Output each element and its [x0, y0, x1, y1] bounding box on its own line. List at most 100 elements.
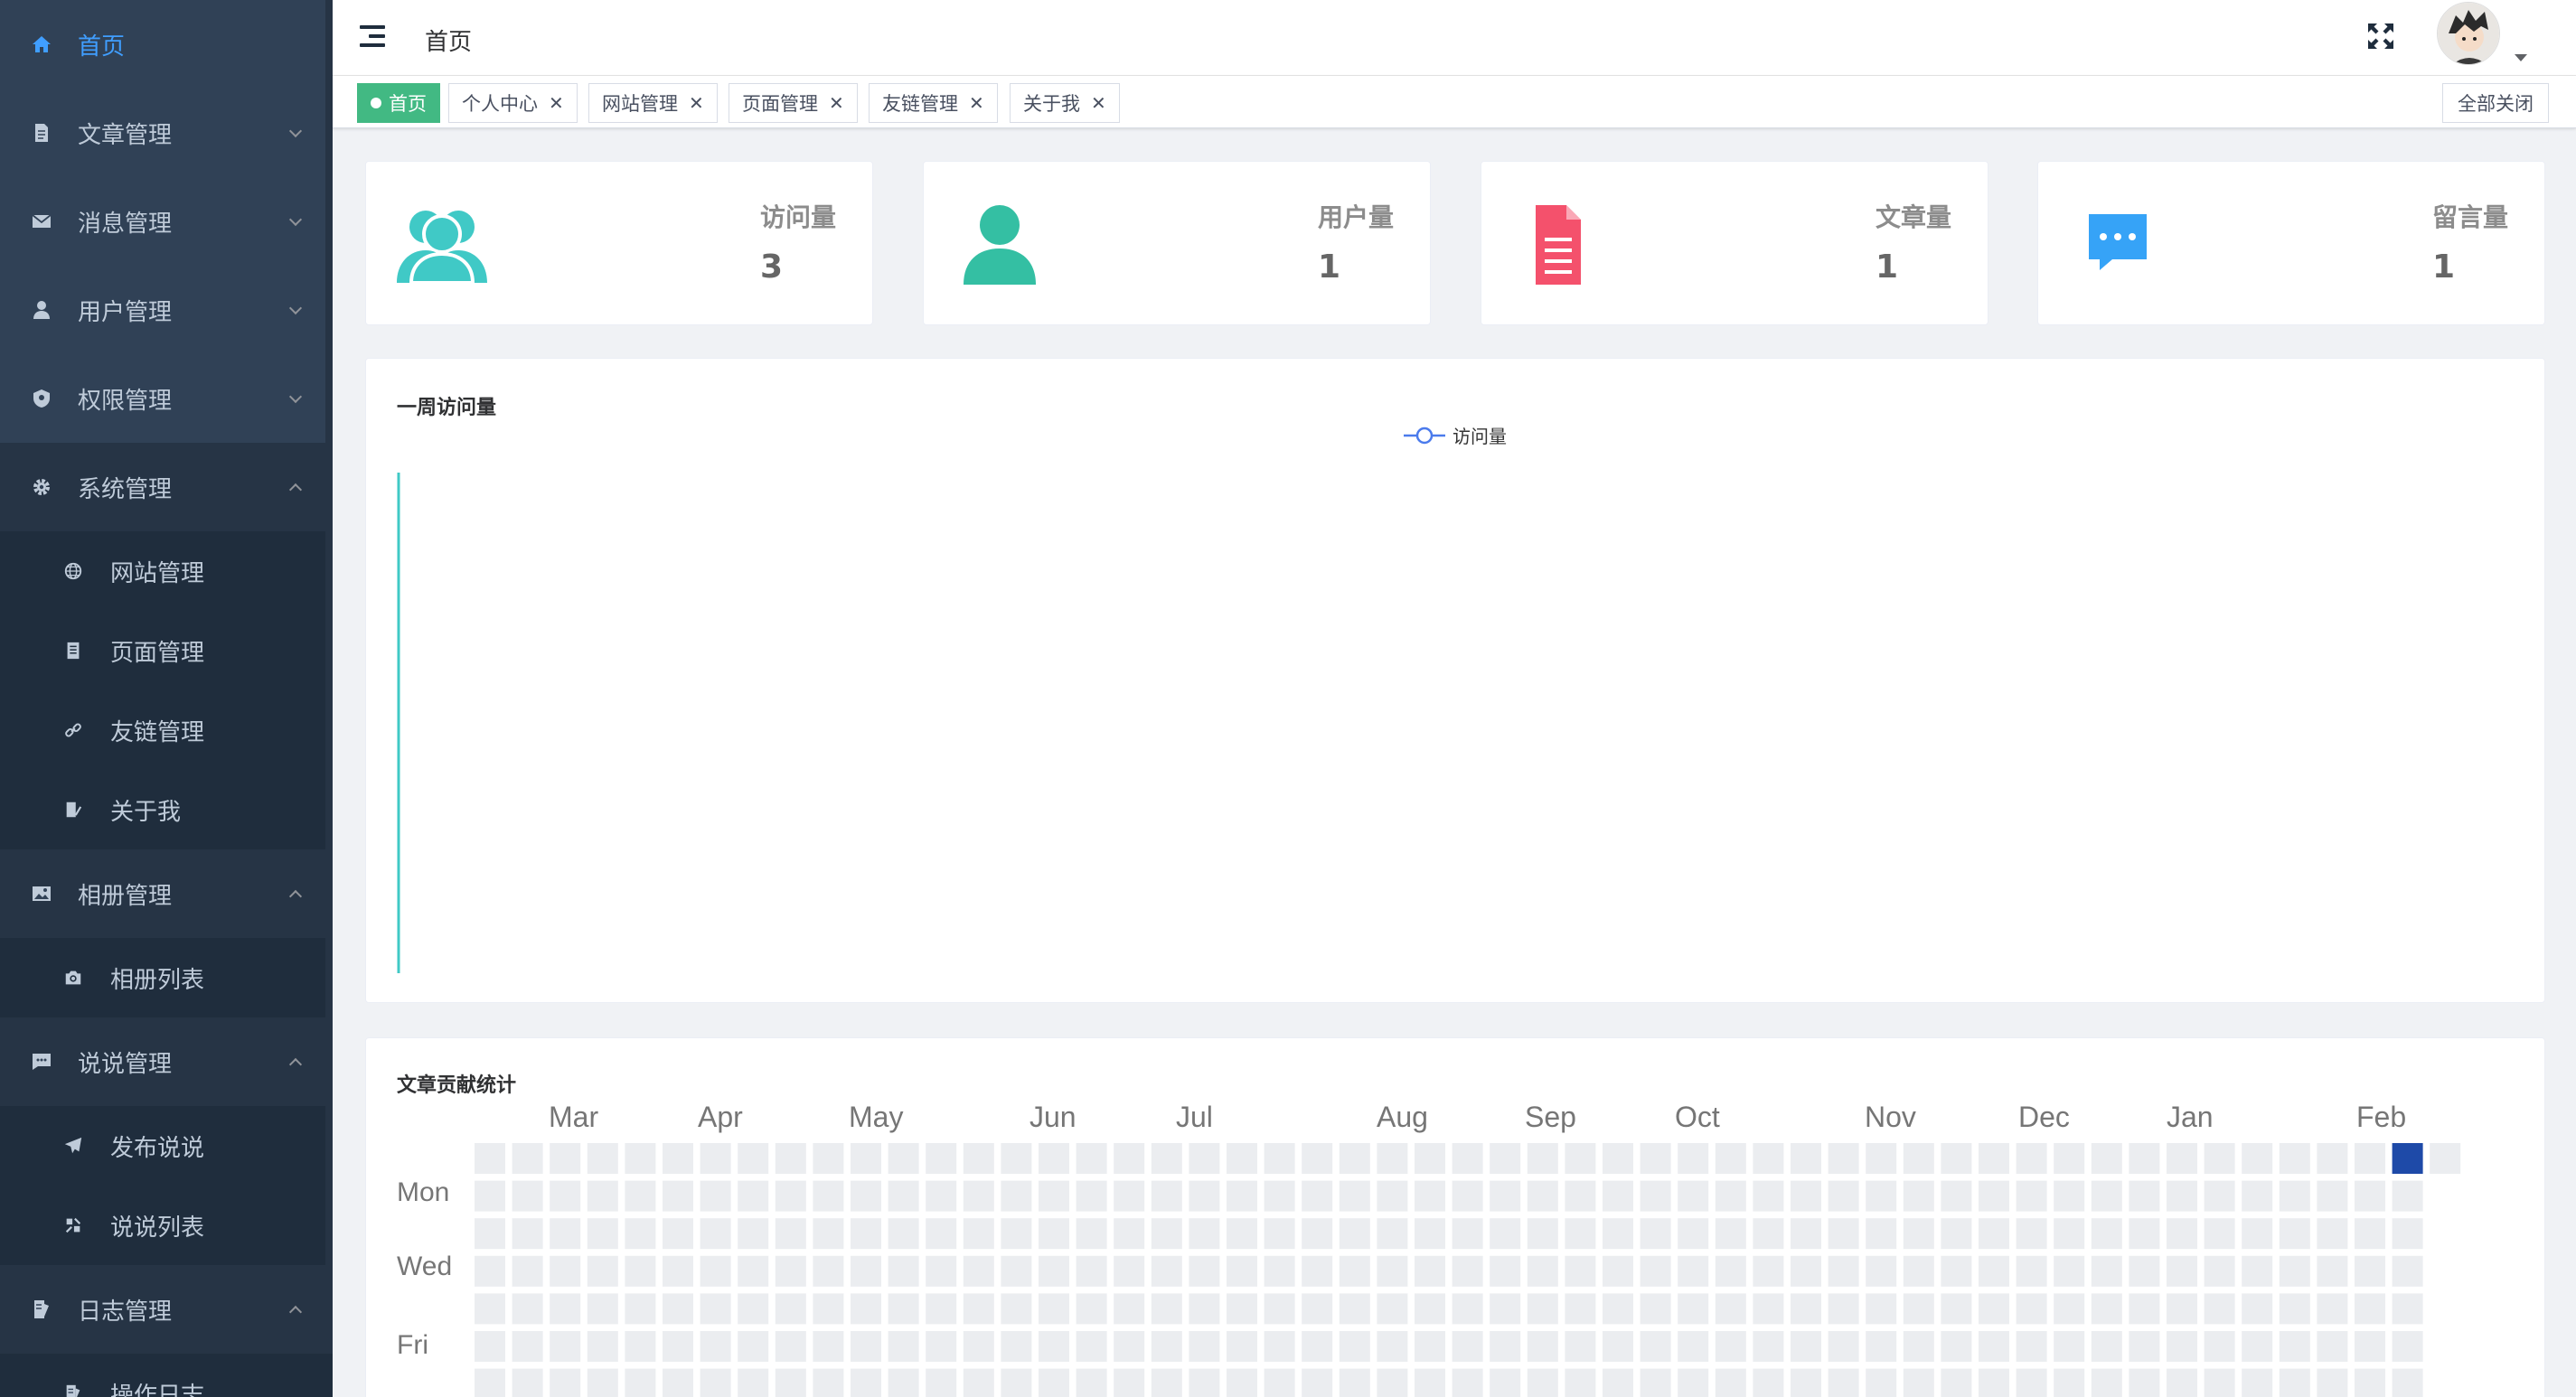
heatmap-cell[interactable] — [2392, 1368, 2423, 1397]
heatmap-cell[interactable] — [1565, 1218, 1596, 1250]
heatmap-cell[interactable] — [625, 1143, 656, 1174]
heatmap-cell[interactable] — [1678, 1293, 1709, 1325]
chart-legend[interactable]: 访问量 — [1404, 422, 1507, 448]
heatmap-cell[interactable] — [1189, 1368, 1220, 1397]
heatmap-cell[interactable] — [1678, 1368, 1709, 1397]
sidebar-item-12[interactable]: 说说管理 — [0, 1017, 333, 1106]
heatmap-cell[interactable] — [663, 1293, 693, 1325]
heatmap-cell[interactable] — [1452, 1180, 1483, 1212]
heatmap-cell[interactable] — [1415, 1180, 1445, 1212]
heatmap-cell[interactable] — [1603, 1368, 1633, 1397]
heatmap-cell[interactable] — [2204, 1293, 2235, 1325]
heatmap-cell[interactable] — [1227, 1143, 1257, 1174]
heatmap-cell[interactable] — [1640, 1180, 1671, 1212]
heatmap-cell[interactable] — [1753, 1368, 1784, 1397]
heatmap-cell[interactable] — [475, 1255, 505, 1287]
heatmap-cell[interactable] — [1979, 1218, 2009, 1250]
heatmap-cell[interactable] — [1114, 1218, 1145, 1250]
heatmap-cell[interactable] — [1903, 1180, 1934, 1212]
sidebar-scrollbar[interactable] — [325, 0, 333, 1292]
heatmap-cell[interactable] — [1264, 1255, 1295, 1287]
heatmap-cell[interactable] — [1302, 1368, 1333, 1397]
heatmap-cell[interactable] — [1603, 1143, 1633, 1174]
heatmap-cell[interactable] — [2167, 1368, 2197, 1397]
heatmap-cell[interactable] — [926, 1293, 957, 1325]
heatmap-cell[interactable] — [1603, 1293, 1633, 1325]
heatmap-cell[interactable] — [963, 1218, 994, 1250]
tag-3[interactable]: 页面管理 ✕ — [729, 83, 858, 123]
heatmap-cell[interactable] — [625, 1218, 656, 1250]
heatmap-cell[interactable] — [1866, 1218, 1897, 1250]
tag-4[interactable]: 友链管理 ✕ — [869, 83, 998, 123]
heatmap-cell[interactable] — [2355, 1368, 2385, 1397]
heatmap-cell[interactable] — [888, 1293, 919, 1325]
heatmap-cell[interactable] — [2054, 1368, 2085, 1397]
heatmap-cell[interactable] — [2167, 1143, 2197, 1174]
heatmap-cell[interactable] — [2355, 1293, 2385, 1325]
heatmap-cell[interactable] — [1941, 1143, 1972, 1174]
heatmap-cell[interactable] — [1527, 1255, 1558, 1287]
heatmap-cell[interactable] — [512, 1180, 543, 1212]
sidebar-item-13[interactable]: 发布说说 — [0, 1106, 333, 1186]
heatmap-cell[interactable] — [1001, 1218, 1032, 1250]
heatmap-cell[interactable] — [775, 1218, 806, 1250]
heatmap-cell[interactable] — [1452, 1218, 1483, 1250]
heatmap-cell[interactable] — [738, 1331, 769, 1362]
heatmap-cell[interactable] — [1715, 1180, 1746, 1212]
heatmap-cell[interactable] — [2016, 1180, 2047, 1212]
heatmap-cell[interactable] — [2091, 1293, 2122, 1325]
tag-5[interactable]: 关于我 ✕ — [1010, 83, 1120, 123]
heatmap-cell[interactable] — [1490, 1255, 1521, 1287]
heatmap-cell[interactable] — [738, 1255, 769, 1287]
heatmap-cell[interactable] — [2091, 1331, 2122, 1362]
heatmap-cell[interactable] — [1903, 1293, 1934, 1325]
heatmap-cell[interactable] — [1828, 1368, 1859, 1397]
heatmap-cell[interactable] — [2204, 1143, 2235, 1174]
caret-down-icon[interactable] — [2515, 54, 2527, 61]
heatmap-cell[interactable] — [1753, 1331, 1784, 1362]
heatmap-cell[interactable] — [1791, 1368, 1821, 1397]
heatmap-cell[interactable] — [1979, 1293, 2009, 1325]
heatmap-cell[interactable] — [700, 1331, 731, 1362]
heatmap-cell[interactable] — [1452, 1368, 1483, 1397]
heatmap-cell[interactable] — [2355, 1255, 2385, 1287]
heatmap-cell[interactable] — [1565, 1143, 1596, 1174]
heatmap-cell[interactable] — [1640, 1368, 1671, 1397]
heatmap-cell[interactable] — [1866, 1180, 1897, 1212]
heatmap-cell[interactable] — [1151, 1255, 1182, 1287]
heatmap-cell[interactable] — [1979, 1180, 2009, 1212]
heatmap-cell[interactable] — [1565, 1331, 1596, 1362]
heatmap-cell[interactable] — [2317, 1331, 2348, 1362]
heatmap-cell[interactable] — [1415, 1143, 1445, 1174]
close-icon[interactable]: ✕ — [549, 92, 564, 114]
sidebar-item-5[interactable]: 系统管理 — [0, 443, 333, 531]
heatmap-cell[interactable] — [2355, 1180, 2385, 1212]
heatmap-cell[interactable] — [2129, 1255, 2160, 1287]
heatmap-cell[interactable] — [2279, 1218, 2310, 1250]
heatmap-cell[interactable] — [2091, 1143, 2122, 1174]
heatmap-cell[interactable] — [1114, 1143, 1145, 1174]
heatmap-cell[interactable] — [1828, 1218, 1859, 1250]
heatmap-cell[interactable] — [2355, 1143, 2385, 1174]
sidebar-item-3[interactable]: 用户管理 — [0, 266, 333, 354]
heatmap-cell[interactable] — [2317, 1143, 2348, 1174]
heatmap-cell[interactable] — [512, 1368, 543, 1397]
heatmap-cell[interactable] — [1791, 1255, 1821, 1287]
heatmap-cell[interactable] — [475, 1143, 505, 1174]
heatmap-cell[interactable] — [1151, 1218, 1182, 1250]
heatmap-cell[interactable] — [1189, 1180, 1220, 1212]
heatmap-cell[interactable] — [1189, 1143, 1220, 1174]
sidebar-item-7[interactable]: 页面管理 — [0, 611, 333, 690]
heatmap-cell[interactable] — [2016, 1331, 2047, 1362]
heatmap-cell[interactable] — [1264, 1293, 1295, 1325]
heatmap-cell[interactable] — [1339, 1255, 1370, 1287]
heatmap-cell[interactable] — [1640, 1255, 1671, 1287]
heatmap-cell[interactable] — [2016, 1368, 2047, 1397]
sidebar-item-10[interactable]: 相册管理 — [0, 849, 333, 938]
heatmap-cell[interactable] — [1866, 1293, 1897, 1325]
heatmap-cell[interactable] — [2054, 1218, 2085, 1250]
heatmap-cell[interactable] — [2317, 1293, 2348, 1325]
heatmap-cell[interactable] — [1001, 1180, 1032, 1212]
heatmap-cell[interactable] — [1227, 1293, 1257, 1325]
heatmap-cell[interactable] — [1039, 1255, 1069, 1287]
